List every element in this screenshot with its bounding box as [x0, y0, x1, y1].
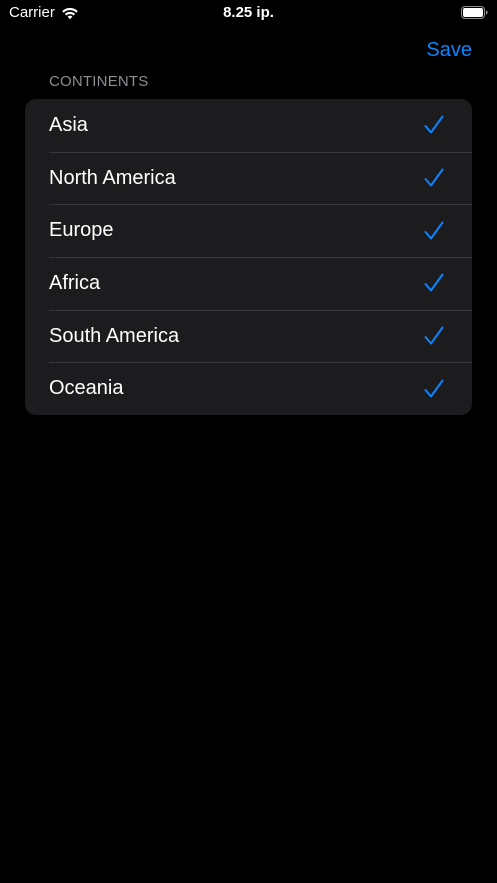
navigation-bar: Save — [0, 30, 497, 74]
list-item-north-america[interactable]: North America — [25, 151, 472, 205]
checkmark-icon — [424, 115, 444, 134]
battery-icon — [461, 6, 488, 19]
checkmark-icon — [424, 326, 444, 345]
checkmark-icon — [424, 273, 444, 292]
list-item-label: Oceania — [49, 377, 124, 400]
list-item-south-america[interactable]: South America — [25, 309, 472, 363]
section-header-continents: CONTINENTS — [49, 73, 149, 90]
list-item-label: North America — [49, 166, 176, 189]
list-item-africa[interactable]: Africa — [25, 257, 472, 310]
continents-list: Asia North America Europe Africa South A… — [25, 99, 472, 416]
checkmark-icon — [424, 221, 444, 240]
list-item-label: Europe — [49, 219, 114, 242]
save-button[interactable]: Save — [426, 39, 472, 62]
list-item-label: South America — [49, 324, 180, 347]
list-item-label: Africa — [49, 271, 101, 294]
checkmark-icon — [424, 168, 444, 187]
list-item-asia[interactable]: Asia — [25, 99, 472, 152]
list-item-oceania[interactable]: Oceania — [25, 362, 472, 415]
list-item-label: Asia — [49, 113, 88, 136]
list-item-europe[interactable]: Europe — [25, 204, 472, 257]
status-bar: Carrier 8.25 ip. — [0, 0, 497, 26]
status-time: 8.25 ip. — [223, 4, 274, 21]
checkmark-icon — [424, 379, 444, 398]
